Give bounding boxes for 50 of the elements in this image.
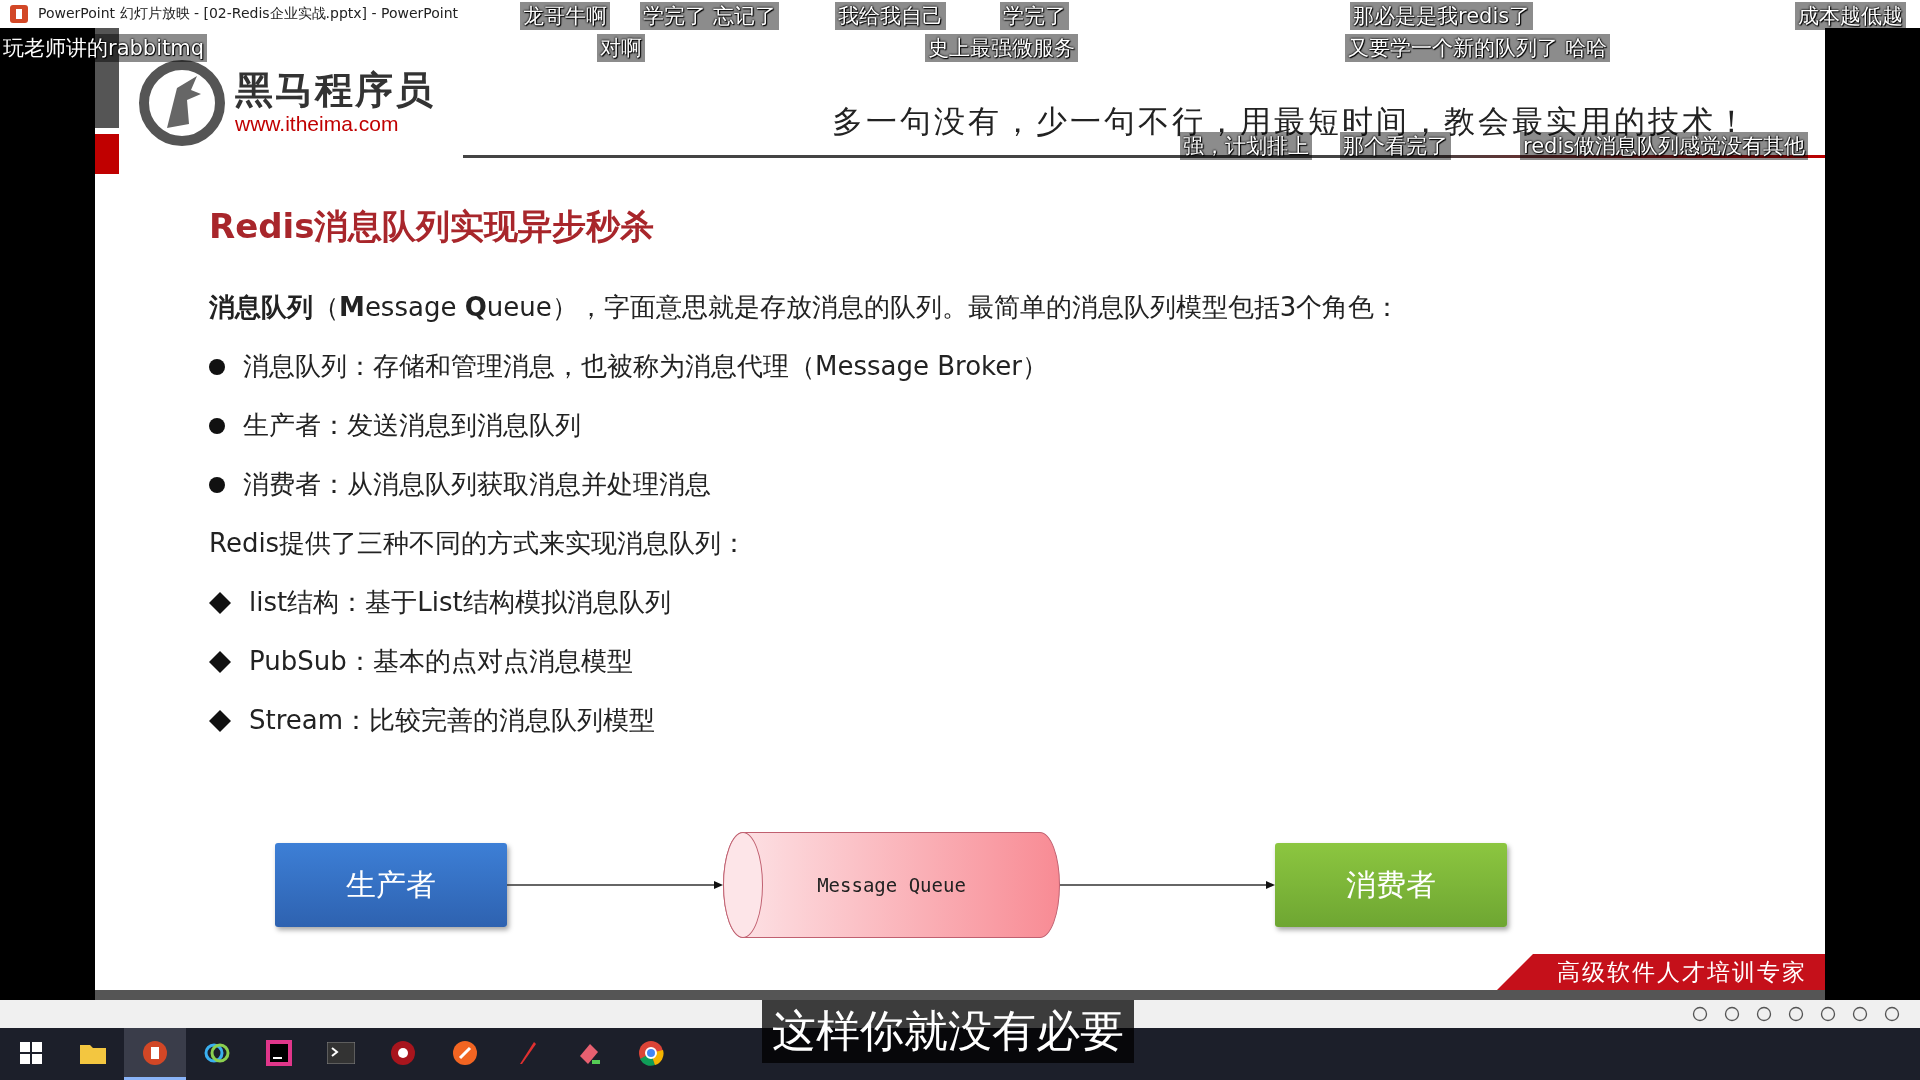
- diamond-bullet-icon: [209, 709, 231, 732]
- browser-icon: [638, 1039, 664, 1066]
- role-item: 消息队列：存储和管理消息，也被称为消息代理（Message Broker）: [243, 350, 1048, 383]
- slideshow-control-icon[interactable]: [1788, 1006, 1804, 1022]
- slideshow-control-icon[interactable]: [1692, 1006, 1708, 1022]
- slide-title: Redis消息队列实现异步秒杀: [209, 205, 655, 248]
- danmaku-comment: 我给我自己: [835, 2, 946, 30]
- side-mark: [95, 134, 119, 174]
- ide-app-icon: [266, 1039, 292, 1066]
- bullet-icon: [209, 358, 225, 375]
- logo-url: www.itheima.com: [235, 111, 400, 136]
- horse-logo-icon: [137, 58, 227, 148]
- diamond-bullet-icon: [209, 591, 231, 614]
- database-app-icon: [390, 1039, 416, 1066]
- intro-paragraph: 消息队列（Message Queue），字面意思就是存放消息的队列。最简单的消息队列模型包括3个角色：: [209, 291, 1401, 324]
- danmaku-comment: 成本越低越: [1795, 2, 1906, 30]
- method-item: PubSub：基本的点对点消息模型: [249, 645, 633, 678]
- danmaku-comment: 学完了 忘记了: [640, 2, 779, 30]
- terminal-icon: [327, 1041, 355, 1064]
- producer-box: 生产者: [275, 843, 507, 927]
- bullet-icon: [209, 476, 225, 493]
- slideshow-control-icon[interactable]: [1820, 1006, 1836, 1022]
- slides-app-icon: [142, 1039, 168, 1066]
- danmaku-comment: 对啊: [597, 34, 645, 62]
- methods-intro: Redis提供了三种不同的方式来实现消息队列：: [209, 527, 748, 560]
- slogan-banner: 高级软件人才培训专家: [1497, 954, 1825, 990]
- windows-icon: [20, 1041, 42, 1064]
- queue-cylinder: Message Queue: [723, 832, 1060, 938]
- slideshow-control-icon[interactable]: [1852, 1006, 1868, 1022]
- method-item: Stream：比较完善的消息队列模型: [249, 704, 656, 737]
- danmaku-comment: 史上最强微服务: [925, 34, 1078, 62]
- video-subtitle: 这样你就没有必要: [762, 1000, 1134, 1063]
- diamond-bullet-icon: [209, 650, 231, 673]
- danmaku-comment: 学完了: [1000, 2, 1069, 30]
- window-title: PowerPoint 幻灯片放映 - [02-Redis企业实战.pptx] - PowerPoint: [38, 5, 459, 23]
- method-item: list结构：基于List结构模拟消息队列: [249, 586, 671, 619]
- consumer-box: 消费者: [1275, 843, 1507, 927]
- pen-app-icon: [452, 1039, 478, 1066]
- role-item: 消费者：从消息队列获取消息并处理消息: [243, 468, 711, 501]
- slideshow-control-icon[interactable]: [1724, 1006, 1740, 1022]
- bullet-icon: [209, 417, 225, 434]
- role-item: 生产者：发送消息到消息队列: [243, 409, 581, 442]
- slides-app-icon: [10, 5, 28, 23]
- danmaku-comment: 龙哥牛啊: [520, 2, 610, 30]
- taskbar-button[interactable]: [124, 1028, 186, 1080]
- logo-name: 黑马程序员: [235, 70, 435, 112]
- slideshow-control-icon[interactable]: [1756, 1006, 1772, 1022]
- danmaku-comment: 又要学一个新的队列了 哈哈: [1345, 34, 1610, 62]
- danmaku-comment: 那必是是我redis了: [1350, 2, 1534, 30]
- slideshow-control-icon[interactable]: [1884, 1006, 1900, 1022]
